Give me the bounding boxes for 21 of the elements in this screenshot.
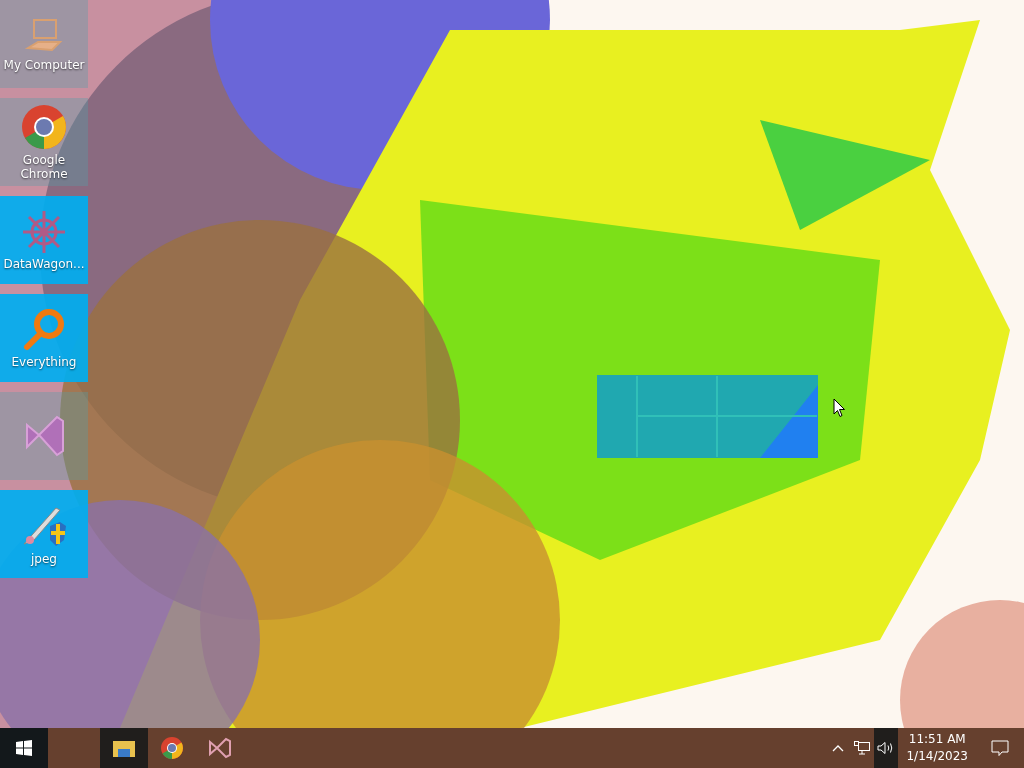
desktop-shortcut[interactable]: My Computer bbox=[0, 0, 88, 88]
folder-icon bbox=[113, 739, 135, 757]
windows-logo-icon bbox=[16, 740, 32, 756]
mouse-pointer-icon bbox=[833, 398, 846, 418]
infinity-logo-icon bbox=[207, 736, 233, 760]
clock[interactable]: 11:51 AM 1/14/2023 bbox=[898, 728, 976, 768]
desktop-shortcut[interactable]: DataWagon... bbox=[0, 196, 88, 284]
clock-date: 1/14/2023 bbox=[906, 748, 968, 765]
desktop-shortcut[interactable]: Google Chrome bbox=[0, 98, 88, 186]
tray-button[interactable] bbox=[874, 728, 899, 768]
clock-time: 11:51 AM bbox=[908, 731, 966, 748]
chrome-icon bbox=[160, 736, 184, 760]
taskbar-app-button[interactable] bbox=[100, 728, 148, 768]
chrome-icon bbox=[20, 103, 68, 151]
network-icon bbox=[854, 741, 871, 755]
start-button[interactable] bbox=[0, 728, 48, 768]
desktop-shortcut[interactable]: Everything bbox=[0, 294, 88, 382]
chevron-up-icon bbox=[832, 744, 845, 752]
desktop-shortcut[interactable]: jpeg bbox=[0, 490, 88, 578]
magnifier-icon bbox=[21, 307, 67, 353]
speech-bubble-icon bbox=[991, 739, 1009, 757]
